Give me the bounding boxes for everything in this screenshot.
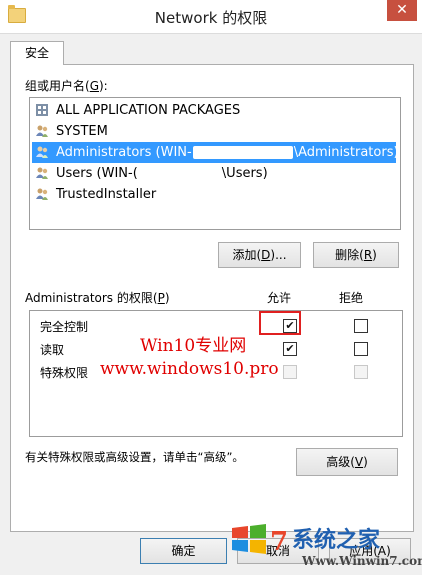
title-bar: Network 的权限 ✕ xyxy=(0,0,422,34)
deny-special-checkbox xyxy=(354,365,368,379)
site-logo: 7 系统之家 Www.Winwin7.com xyxy=(222,518,422,573)
users-group-icon xyxy=(36,146,48,158)
highlight-box xyxy=(259,311,301,335)
allow-column-header: 允许 xyxy=(267,291,292,305)
list-item[interactable]: SYSTEM xyxy=(32,121,396,142)
deny-read-checkbox[interactable] xyxy=(354,342,368,356)
list-item[interactable]: ALL APPLICATION PACKAGES xyxy=(32,100,396,121)
watermark-url: www.windows10.pro xyxy=(100,359,279,379)
users-group-icon xyxy=(36,125,48,137)
window-title: Network 的权限 xyxy=(154,9,268,27)
users-group-icon xyxy=(36,188,48,200)
permission-name: 完全控制 xyxy=(40,320,89,334)
permissions-label: Administrators 的权限(P) xyxy=(25,291,170,305)
users-group-icon xyxy=(36,167,48,179)
svg-text:7: 7 xyxy=(270,527,288,557)
advanced-button[interactable]: 高级(V) xyxy=(296,448,398,476)
users-label: 组或用户名(G): xyxy=(25,79,108,93)
logo-url: Www.Winwin7.com xyxy=(302,554,422,568)
allow-read-checkbox[interactable] xyxy=(283,342,297,356)
ok-button[interactable]: 确定 xyxy=(140,538,227,564)
users-list[interactable]: ALL APPLICATION PACKAGES SYSTEM Administ… xyxy=(29,97,401,230)
deny-full-control-checkbox[interactable] xyxy=(354,319,368,333)
deny-column-header: 拒绝 xyxy=(339,291,364,305)
list-item[interactable]: TrustedInstaller xyxy=(32,184,396,205)
remove-button[interactable]: 删除(R) xyxy=(313,242,399,268)
permission-name: 读取 xyxy=(40,343,65,357)
tab-security[interactable]: 安全 xyxy=(10,41,64,65)
add-button[interactable]: 添加(D)... xyxy=(218,242,301,268)
close-button[interactable]: ✕ xyxy=(387,0,417,21)
security-panel: 组或用户名(G): ALL APPLICATION PACKAGES SYSTE… xyxy=(10,64,414,532)
windows-logo-icon: 7 xyxy=(232,524,288,557)
list-item-selected[interactable]: Administrators (WIN- \Administrators) xyxy=(32,142,399,163)
watermark-title: Win10专业网 xyxy=(140,336,247,356)
logo-name: 系统之家 xyxy=(292,527,381,553)
permission-name: 特殊权限 xyxy=(40,366,89,380)
redacted-text xyxy=(138,167,221,180)
allow-special-checkbox xyxy=(283,365,297,379)
app-packages-icon xyxy=(36,104,48,116)
advanced-note: 有关特殊权限或高级设置，请单击“高级”。 xyxy=(25,450,244,464)
redacted-text xyxy=(192,146,293,159)
list-item[interactable]: Users (WIN-(\Users) xyxy=(32,163,396,184)
